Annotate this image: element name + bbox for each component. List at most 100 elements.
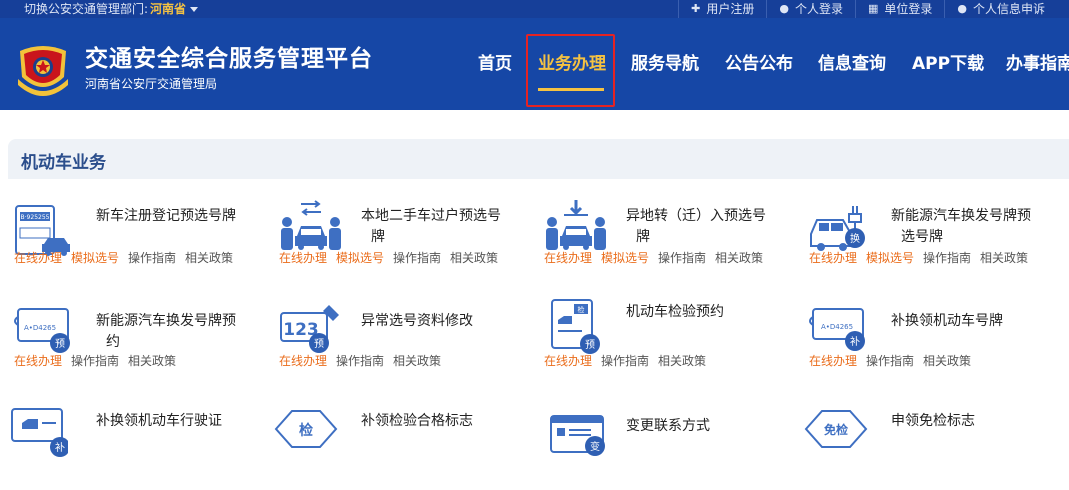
- guide-link[interactable]: 操作指南: [658, 249, 706, 266]
- svg-text:补: 补: [850, 335, 860, 348]
- service-item[interactable]: A•D4265 补 补换领机动车号牌 在线办理 操作指南 相关政策: [809, 305, 1069, 385]
- service-links: 在线办理 模拟选号 操作指南 相关政策: [14, 249, 242, 266]
- policy-link[interactable]: 相关政策: [393, 352, 441, 369]
- nav-highlight-box: [526, 34, 615, 107]
- police-emblem-icon[interactable]: [14, 37, 72, 99]
- site-subtitle: 河南省公安厅交通管理局: [85, 77, 218, 91]
- section-title: 机动车业务: [21, 153, 106, 173]
- service-item[interactable]: 检 补领检验合格标志: [274, 405, 534, 485]
- nav-app-download[interactable]: APP下载: [912, 49, 984, 74]
- nav-info-query[interactable]: 信息查询: [818, 49, 886, 74]
- service-links: 在线办理 操作指南 相关政策: [809, 352, 980, 369]
- svg-text:预: 预: [585, 339, 595, 351]
- policy-link[interactable]: 相关政策: [715, 249, 763, 266]
- service-name[interactable]: 本地二手车过户预选号牌: [361, 206, 511, 248]
- guide-link[interactable]: 操作指南: [866, 352, 914, 369]
- site-header: 交通安全综合服务管理平台 河南省公安厅交通管理局 首页 业务办理 服务导航 公告…: [0, 18, 1069, 110]
- service-name[interactable]: 机动车检验预约: [626, 302, 776, 323]
- online-link[interactable]: 在线办理: [809, 352, 857, 369]
- service-item[interactable]: 检 预 机动车检验预约 在线办理 操作指南 相关政策: [544, 296, 804, 376]
- online-link[interactable]: 在线办理: [809, 249, 857, 266]
- svg-text:检: 检: [578, 305, 585, 314]
- contact-change-icon: 变: [550, 415, 605, 456]
- site-title[interactable]: 交通安全综合服务管理平台: [85, 39, 373, 73]
- service-item[interactable]: 变 变更联系方式: [549, 410, 809, 490]
- personal-login-link[interactable]: ● 个人登录: [766, 0, 855, 18]
- appeal-link[interactable]: ● 个人信息申诉: [944, 0, 1069, 18]
- policy-link[interactable]: 相关政策: [923, 352, 971, 369]
- service-item[interactable]: 免检 申领免检标志: [804, 405, 1064, 485]
- guide-link[interactable]: 操作指南: [128, 249, 176, 266]
- section-header: 机动车业务: [8, 139, 1069, 179]
- guide-link[interactable]: 操作指南: [923, 249, 971, 266]
- svg-text:补: 补: [55, 441, 65, 454]
- province-select[interactable]: 河南省: [150, 2, 186, 16]
- service-item[interactable]: 123 预 异常选号资料修改 在线办理 操作指南 相关政策: [279, 305, 539, 385]
- service-links: 在线办理 模拟选号 操作指南 相关政策: [544, 249, 772, 266]
- service-name[interactable]: 变更联系方式: [626, 416, 776, 437]
- simulate-link[interactable]: 模拟选号: [601, 249, 649, 266]
- policy-link[interactable]: 相关政策: [658, 352, 706, 369]
- building-icon: ▦: [867, 2, 879, 15]
- switch-label: 切换公安交通管理部门:: [24, 2, 149, 16]
- service-item[interactable]: A•D4265 预 新能源汽车换发号牌预约 在线办理 操作指南 相关政策: [14, 305, 274, 385]
- svg-text:变: 变: [590, 440, 600, 453]
- user-icon: ●: [957, 2, 967, 15]
- account-links: ✚ 用户注册 ● 个人登录 ▦ 单位登录 ● 个人信息申诉: [678, 0, 1069, 18]
- nav-service-guide[interactable]: 服务导航: [631, 49, 699, 74]
- policy-link[interactable]: 相关政策: [185, 249, 233, 266]
- service-item[interactable]: 补 补换领机动车行驶证: [4, 405, 264, 485]
- svg-text:A•D4265: A•D4265: [24, 324, 56, 332]
- simulate-link[interactable]: 模拟选号: [71, 249, 119, 266]
- online-link[interactable]: 在线办理: [279, 249, 327, 266]
- service-name[interactable]: 申领免检标志: [891, 411, 1041, 432]
- guide-link[interactable]: 操作指南: [71, 352, 119, 369]
- online-link[interactable]: 在线办理: [544, 249, 592, 266]
- department-switcher[interactable]: 切换公安交通管理部门: 河南省: [24, 1, 199, 17]
- guide-link[interactable]: 操作指南: [393, 249, 441, 266]
- service-name[interactable]: 补换领机动车行驶证: [96, 411, 246, 432]
- personal-login-label: 个人登录: [794, 2, 843, 16]
- license-reissue-icon: 补: [11, 408, 68, 457]
- nav-announcements[interactable]: 公告公布: [725, 49, 793, 74]
- service-name[interactable]: 补换领机动车号牌: [891, 311, 1041, 332]
- online-link[interactable]: 在线办理: [279, 352, 327, 369]
- simulate-link[interactable]: 模拟选号: [866, 249, 914, 266]
- online-link[interactable]: 在线办理: [14, 352, 62, 369]
- register-link[interactable]: ✚ 用户注册: [678, 0, 766, 18]
- inspection-document-icon: 检 预: [551, 299, 600, 354]
- policy-link[interactable]: 相关政策: [980, 249, 1028, 266]
- exempt-badge-icon: 免检: [804, 410, 868, 448]
- caret-down-icon[interactable]: [190, 7, 199, 12]
- service-name[interactable]: 补领检验合格标志: [361, 411, 511, 432]
- service-item[interactable]: 异地转（迁）入预选号牌 在线办理 模拟选号 操作指南 相关政策: [544, 200, 804, 280]
- svg-text:预: 预: [55, 338, 65, 350]
- policy-link[interactable]: 相关政策: [450, 249, 498, 266]
- online-link[interactable]: 在线办理: [14, 249, 62, 266]
- simulate-link[interactable]: 模拟选号: [336, 249, 384, 266]
- service-name[interactable]: 异地转（迁）入预选号牌: [626, 206, 776, 248]
- service-links: 在线办理 操作指南 相关政策: [544, 352, 715, 369]
- service-links: 在线办理 模拟选号 操作指南 相关政策: [279, 249, 507, 266]
- service-links: 在线办理 操作指南 相关政策: [279, 352, 450, 369]
- service-item[interactable]: 本地二手车过户预选号牌 在线办理 模拟选号 操作指南 相关政策: [279, 200, 539, 280]
- service-links: 在线办理 模拟选号 操作指南 相关政策: [809, 249, 1037, 266]
- nav-home[interactable]: 首页: [478, 49, 512, 74]
- company-login-label: 单位登录: [884, 2, 933, 16]
- company-login-link[interactable]: ▦ 单位登录: [854, 0, 944, 18]
- service-item[interactable]: B·925255 新车注册登记预选号牌 在线办理 模拟选号 操作指南 相关政策: [14, 200, 274, 280]
- service-name[interactable]: 新车注册登记预选号牌: [96, 206, 246, 227]
- user-icon: ●: [779, 2, 789, 15]
- guide-link[interactable]: 操作指南: [601, 352, 649, 369]
- service-item[interactable]: 换 新能源汽车换发号牌预选号牌 在线办理 模拟选号 操作指南 相关政策: [809, 200, 1069, 280]
- service-name[interactable]: 异常选号资料修改: [361, 311, 511, 332]
- online-link[interactable]: 在线办理: [544, 352, 592, 369]
- svg-text:预: 预: [314, 338, 324, 350]
- top-bar: 切换公安交通管理部门: 河南省 ✚ 用户注册 ● 个人登录 ▦ 单位登录 ● 个人信息申诉: [0, 0, 1069, 18]
- nav-guide[interactable]: 办事指南: [1006, 49, 1069, 74]
- register-label: 用户注册: [706, 2, 755, 16]
- service-name[interactable]: 新能源汽车换发号牌预约: [96, 311, 246, 353]
- policy-link[interactable]: 相关政策: [128, 352, 176, 369]
- service-name[interactable]: 新能源汽车换发号牌预选号牌: [891, 206, 1041, 248]
- guide-link[interactable]: 操作指南: [336, 352, 384, 369]
